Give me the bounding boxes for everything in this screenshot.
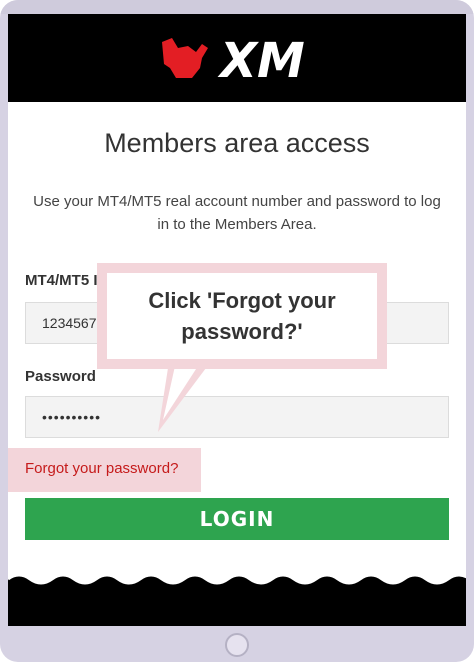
instruction-callout: Click 'Forgot your password?' (97, 263, 387, 369)
page-description: Use your MT4/MT5 real account number and… (33, 193, 441, 233)
password-input[interactable]: •••••••••• (25, 396, 449, 438)
bull-icon (162, 38, 208, 78)
brand-header: XM (8, 14, 466, 102)
screen-bottom (8, 586, 466, 626)
account-number-label: MT4/MT5 I (25, 272, 98, 289)
device-frame: XM Members area access Use your MT4/MT5 … (0, 0, 474, 662)
home-button[interactable] (225, 633, 249, 657)
password-label: Password (25, 368, 96, 385)
xm-logo: XM (162, 34, 305, 84)
login-button[interactable]: LOGIN (25, 498, 449, 540)
page-title: Members area access (104, 128, 370, 158)
xm-wordmark: XM (217, 34, 305, 84)
callout-line-1: Click 'Forgot your (148, 288, 336, 313)
callout-text: Click 'Forgot your password?' (107, 273, 377, 359)
callout-line-2: password?' (181, 319, 303, 344)
forgot-password-link[interactable]: Forgot your password? (25, 460, 178, 477)
device-top-bezel (0, 0, 474, 14)
